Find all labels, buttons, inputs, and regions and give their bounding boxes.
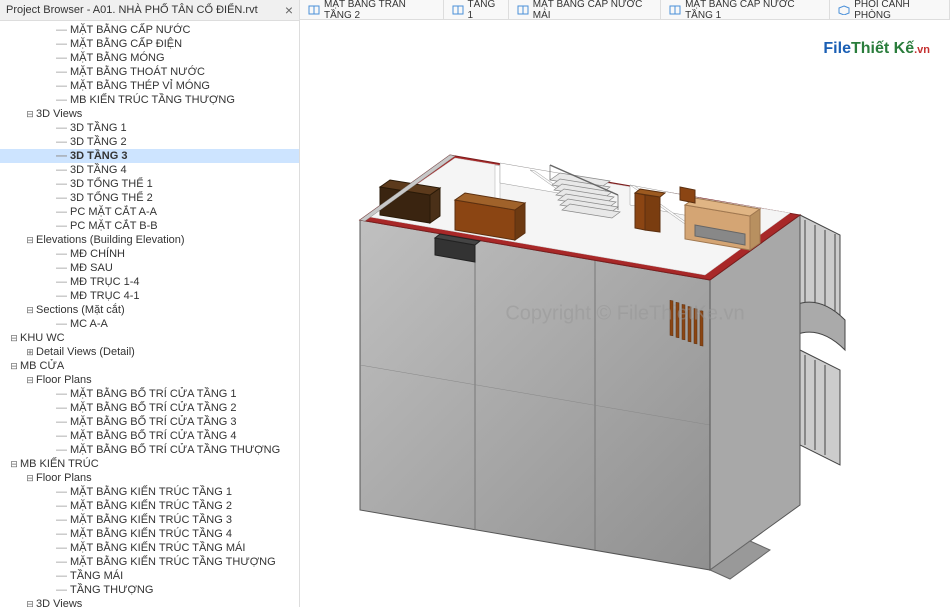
tree-item[interactable]: —TẦNG THƯỢNG bbox=[0, 583, 299, 597]
tree-group-detail[interactable]: ⊞Detail Views (Detail) bbox=[0, 345, 299, 359]
tree-item[interactable]: —MẶT BẰNG KIẾN TRÚC TẦNG THƯỢNG bbox=[0, 555, 299, 569]
tree-item[interactable]: —3D TẦNG 1 bbox=[0, 121, 299, 135]
tab[interactable]: MẶT BẰNG CẤP NƯỚC TẦNG 1 bbox=[661, 0, 830, 19]
floorplan-icon bbox=[308, 5, 320, 15]
tree-group-floorplans2[interactable]: ⊟Floor Plans bbox=[0, 471, 299, 485]
tree-group-floorplans[interactable]: ⊟Floor Plans bbox=[0, 373, 299, 387]
tree-item[interactable]: —MĐ CHÍNH bbox=[0, 247, 299, 261]
tree-item-selected[interactable]: —3D TẦNG 3 bbox=[0, 149, 299, 163]
tree-item[interactable]: —MẶT BẰNG BỐ TRÍ CỬA TẦNG 3 bbox=[0, 415, 299, 429]
panel-close-button[interactable]: × bbox=[285, 2, 293, 18]
tree-item[interactable]: —MĐ TRỤC 1-4 bbox=[0, 275, 299, 289]
tree-item[interactable]: —MẶT BẰNG BỐ TRÍ CỬA TẦNG THƯỢNG bbox=[0, 443, 299, 457]
tree-item[interactable]: —MẶT BẰNG BỐ TRÍ CỬA TẦNG 4 bbox=[0, 429, 299, 443]
3d-model bbox=[300, 20, 950, 607]
panel-header: Project Browser - A01. NHÀ PHỐ TÂN CỔ ĐI… bbox=[0, 0, 299, 21]
tree-group-khuwc[interactable]: ⊟KHU WC bbox=[0, 331, 299, 345]
tree-item[interactable]: —MẶT BẰNG THÉP VỈ MÓNG bbox=[0, 79, 299, 93]
tree-item[interactable]: —MẶT BẰNG MÓNG bbox=[0, 51, 299, 65]
floorplan-icon bbox=[452, 5, 464, 15]
floorplan-icon bbox=[517, 5, 529, 15]
tree-item[interactable]: —MĐ TRỤC 4-1 bbox=[0, 289, 299, 303]
floorplan-icon bbox=[669, 5, 681, 15]
tab[interactable]: MẶT BẰNG CẤP NƯỚC MÁI bbox=[509, 0, 661, 19]
project-browser-panel: Project Browser - A01. NHÀ PHỐ TÂN CỔ ĐI… bbox=[0, 0, 300, 607]
tree-item[interactable]: —MẶT BẰNG THOÁT NƯỚC bbox=[0, 65, 299, 79]
tree-item[interactable]: —MẶT BẰNG KIẾN TRÚC TẦNG 3 bbox=[0, 513, 299, 527]
tree-item[interactable]: —3D TỔNG THỂ 1 bbox=[0, 177, 299, 191]
tree-item[interactable]: —MẶT BẰNG BỐ TRÍ CỬA TẦNG 1 bbox=[0, 387, 299, 401]
tab[interactable]: TẦNG 1 bbox=[444, 0, 509, 19]
tree-item[interactable]: —MĐ SAU bbox=[0, 261, 299, 275]
tree-group-3dviews2[interactable]: ⊟3D Views bbox=[0, 597, 299, 607]
panel-title: Project Browser - A01. NHÀ PHỐ TÂN CỔ ĐI… bbox=[6, 4, 258, 16]
tab[interactable]: MẶT BẰNG TRẦN TẦNG 2 bbox=[300, 0, 444, 19]
tree-item[interactable]: —MC A-A bbox=[0, 317, 299, 331]
tree-item[interactable]: —MẶT BẰNG KIẾN TRÚC TẦNG 4 bbox=[0, 527, 299, 541]
tree-item[interactable]: —PC MẶT CẮT B-B bbox=[0, 219, 299, 233]
tree-group-3dviews[interactable]: ⊟3D Views bbox=[0, 107, 299, 121]
tree-group-sections[interactable]: ⊟Sections (Mặt cắt) bbox=[0, 303, 299, 317]
main-area: MẶT BẰNG TRẦN TẦNG 2 TẦNG 1 MẶT BẰNG CẤP… bbox=[300, 0, 950, 607]
view-tabs: MẶT BẰNG TRẦN TẦNG 2 TẦNG 1 MẶT BẰNG CẤP… bbox=[300, 0, 950, 20]
tree-group-mbkientruc[interactable]: ⊟MB KIẾN TRÚC bbox=[0, 457, 299, 471]
3d-viewport[interactable]: Copyright © FileThietKe.vn FileThiết Kế.… bbox=[300, 20, 950, 607]
tree-item[interactable]: —MẶT BẰNG KIẾN TRÚC TẦNG 1 bbox=[0, 485, 299, 499]
tree-item[interactable]: —MẶT BẰNG CẤP NƯỚC bbox=[0, 23, 299, 37]
3d-icon bbox=[838, 5, 850, 15]
tree-item[interactable]: —MẶT BẰNG BỐ TRÍ CỬA TẦNG 2 bbox=[0, 401, 299, 415]
tree-item[interactable]: —MẶT BẰNG KIẾN TRÚC TẦNG MÁI bbox=[0, 541, 299, 555]
tree-group-elevations[interactable]: ⊟Elevations (Building Elevation) bbox=[0, 233, 299, 247]
tree-item[interactable]: —MẶT BẰNG KIẾN TRÚC TẦNG 2 bbox=[0, 499, 299, 513]
tab[interactable]: PHỐI CẢNH PHÒNG bbox=[830, 0, 950, 19]
tree-item[interactable]: —TẦNG MÁI bbox=[0, 569, 299, 583]
tree-item[interactable]: —3D TẦNG 4 bbox=[0, 163, 299, 177]
tree-item[interactable]: —PC MẶT CẮT A-A bbox=[0, 205, 299, 219]
tree-item[interactable]: —3D TẦNG 2 bbox=[0, 135, 299, 149]
tree-item[interactable]: —MB KIẾN TRÚC TẦNG THƯỢNG bbox=[0, 93, 299, 107]
tree-item[interactable]: —3D TỔNG THỂ 2 bbox=[0, 191, 299, 205]
project-tree[interactable]: —MẶT BẰNG CẤP NƯỚC —MẶT BẰNG CẤP ĐIỆN —M… bbox=[0, 21, 299, 607]
tree-item[interactable]: —MẶT BẰNG CẤP ĐIỆN bbox=[0, 37, 299, 51]
logo: FileThiết Kế.vn bbox=[823, 40, 930, 58]
tree-group-mbcua[interactable]: ⊟MB CỬA bbox=[0, 359, 299, 373]
